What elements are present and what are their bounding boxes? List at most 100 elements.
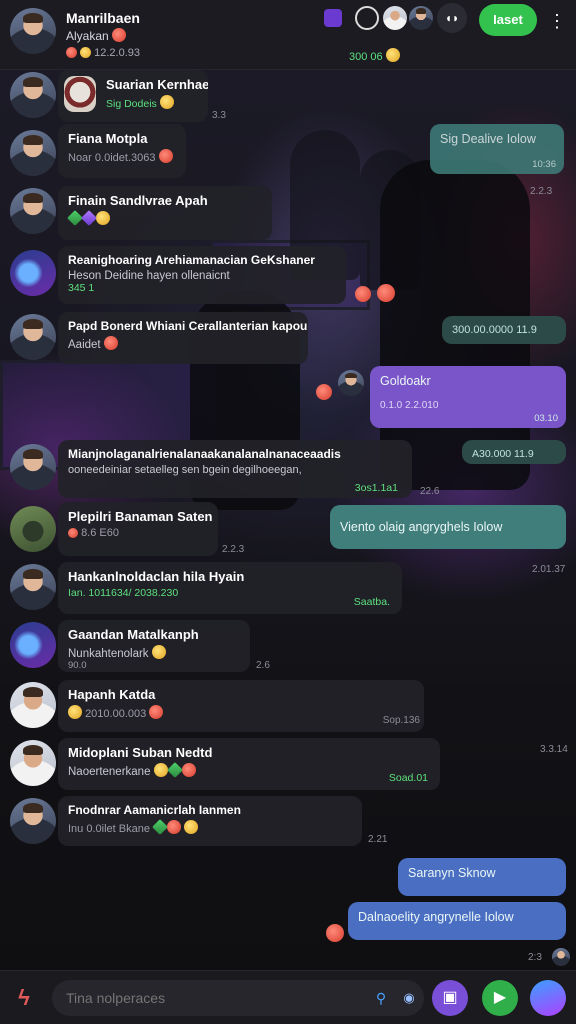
heart-emoji-icon — [103, 336, 118, 350]
sender-name: Midoplani Suban Nedtd — [68, 745, 213, 760]
audio-call-icon[interactable]: ◖◗ — [437, 3, 467, 33]
participant-avatar[interactable] — [409, 6, 433, 30]
thumbs-emoji-icon — [68, 705, 82, 719]
app-logo-icon[interactable]: ϟ — [10, 984, 38, 1012]
status-badge: 300 06 — [349, 48, 400, 63]
sender-avatar[interactable] — [10, 506, 56, 552]
message-bubble[interactable]: Hankanlnoldaclan hila Hyain Ian. 1011634… — [58, 562, 402, 614]
sender-name: Papd Bonerd Whiani Cerallanterian kapour — [68, 319, 308, 333]
sender-avatar[interactable] — [10, 72, 56, 118]
outgoing-message[interactable]: Dalnaoelity angrynelle Iolow — [348, 902, 566, 940]
fire-emoji-icon — [112, 28, 127, 42]
outgoing-text: A30.000 11.9 — [472, 448, 534, 460]
record-icon — [66, 47, 77, 58]
outgoing-text: Dalnaoelity angrynelle Iolow — [358, 910, 514, 924]
message-text: Nunkahtenolark — [68, 645, 240, 660]
smile-emoji-icon — [385, 48, 400, 62]
sender-name: Finain Sandlvrae Apah — [68, 193, 208, 208]
message-bubble[interactable]: Midoplani Suban Nedtd Naoertenerkane Soa… — [58, 738, 440, 790]
search-icon[interactable]: ⚲ — [368, 985, 394, 1011]
reader-avatar — [338, 370, 364, 396]
message-bubble[interactable]: Fiana Motpla Noar 0.0idet.3063 — [58, 124, 186, 178]
message-composer: ϟ ⚲ ◉ ▣ ▶ — [0, 970, 576, 1024]
chat-meta-text: 12.2.0.93 — [94, 47, 140, 59]
sender-name: Fiana Motpla — [68, 131, 148, 146]
outgoing-message[interactable]: Saranyn Sknow — [398, 858, 566, 896]
camera-icon[interactable]: ◉ — [396, 985, 422, 1011]
outgoing-text: Goldoakr — [380, 374, 431, 388]
outgoing-message[interactable]: Sig Dealive Iolow 10:36 — [430, 124, 564, 174]
heart-emoji-icon — [149, 705, 164, 719]
message-tag: 3os1.1a1 — [354, 482, 398, 494]
sender-avatar[interactable] — [10, 798, 56, 844]
outgoing-time: 03.10 — [534, 413, 558, 424]
message-text: Noar 0.0idet.3063 — [68, 149, 176, 164]
join-button[interactable]: Iaset — [479, 4, 537, 36]
message-tag: Soad.01 — [388, 772, 428, 784]
outgoing-text: Saranyn Sknow — [408, 866, 496, 880]
sender-name: Mianjnolaganalrienalanaakanalanalnanacea… — [68, 447, 341, 461]
message-time: 22.6 — [420, 486, 440, 497]
reaction-icon[interactable] — [316, 384, 332, 400]
message-text-value: Inu 0.0ilet Bkane — [68, 823, 150, 835]
reaction-icon[interactable] — [355, 286, 371, 302]
side-time: 2.01.37 — [532, 564, 566, 575]
message-text-value: Noar 0.0idet.3063 — [68, 152, 156, 164]
message-time: 2.21 — [368, 834, 388, 845]
sender-avatar[interactable] — [10, 130, 56, 176]
chat-header: Manrilbaen Alyakan 12.2.0.93 300 06 ◖◗ I… — [0, 0, 576, 70]
sender-avatar[interactable] — [10, 740, 56, 786]
profile-avatar[interactable] — [530, 980, 566, 1016]
message-text-value: 2010.00.003 — [85, 708, 147, 720]
message-text: 2010.00.003 — [68, 705, 414, 720]
gem-emoji-icon — [181, 763, 196, 777]
message-time: 3.3 — [212, 110, 226, 121]
message-bubble[interactable]: Suarian Kernhae Sig Dodeis — [58, 70, 208, 122]
sender-avatar[interactable] — [10, 188, 56, 234]
message-bubble[interactable]: Reanighoaring Arehiamanacian GeKshaner H… — [58, 246, 346, 304]
message-bubble[interactable]: Hapanh Katda 2010.00.003 Sop.136 — [58, 680, 424, 732]
message-time: 2.6 — [256, 660, 270, 671]
send-button[interactable]: ▶ — [482, 980, 518, 1016]
message-bubble[interactable]: Mianjnolaganalrienalanaakanalanalnanacea… — [58, 440, 412, 498]
sender-avatar[interactable] — [10, 564, 56, 610]
message-bubble[interactable]: Fnodnrar Aamanicrlah Ianmen Inu 0.0ilet … — [58, 796, 362, 846]
message-bubble[interactable]: Finain Sandlvrae Apah — [58, 186, 272, 240]
more-options-icon[interactable]: ⋮ — [548, 8, 566, 34]
outgoing-message[interactable]: 300.00.0000 11.9 — [442, 316, 566, 344]
message-text-value: Naoertenerkane — [68, 766, 151, 778]
participant-avatar[interactable] — [383, 6, 407, 30]
message-text-value: Sig Dodeis — [106, 98, 157, 110]
chat-title: Manrilbaen — [66, 10, 140, 26]
message-bubble[interactable]: Papd Bonerd Whiani Cerallanterian kapour… — [58, 312, 308, 364]
message-time: 2.2.3 — [222, 544, 245, 555]
message-text: 8.6 E60 — [68, 527, 208, 539]
message-text-value: 8.6 E60 — [81, 527, 119, 539]
sticker-button[interactable]: ▣ — [432, 980, 468, 1016]
gem-emoji-icon — [166, 762, 183, 778]
message-reactions — [67, 210, 262, 226]
message-text-value: Nunkahtenolark — [68, 648, 149, 660]
sender-avatar[interactable] — [10, 314, 56, 360]
reaction-icon[interactable] — [377, 284, 395, 302]
outgoing-message[interactable]: A30.000 11.9 — [462, 440, 566, 464]
message-bubble[interactable]: Gaandan Matalkanph Nunkahtenolark 90.0 — [58, 620, 250, 672]
gem-emoji-icon — [152, 819, 168, 835]
sender-name: Reanighoaring Arehiamanacian GeKshaner — [68, 253, 315, 267]
gem-emoji-icon — [81, 210, 97, 226]
search-icon[interactable] — [355, 6, 379, 30]
sender-avatar[interactable] — [10, 250, 56, 296]
sender-avatar[interactable] — [10, 682, 56, 728]
reaction-icon[interactable] — [326, 924, 344, 942]
message-tag: Saatba. — [353, 596, 390, 608]
app-logo-icon[interactable] — [324, 9, 342, 27]
status-badge-text: 300 06 — [349, 51, 383, 63]
message-text: Heson Deidine hayen ollenaicnt — [68, 270, 230, 282]
message-bubble[interactable]: Plepilri Banaman Saten 8.6 E60 — [58, 502, 218, 556]
sender-avatar[interactable] — [10, 444, 56, 490]
chat-avatar[interactable] — [10, 8, 56, 54]
sender-avatar[interactable] — [10, 622, 56, 668]
message-text-value: Ian. 1011634/ 2038.230 — [68, 587, 179, 599]
outgoing-message[interactable]: Goldoakr 0.1.0 2.2.010 03.10 — [370, 366, 566, 428]
outgoing-message[interactable]: Viento olaig angryghels Iolow — [330, 505, 566, 549]
